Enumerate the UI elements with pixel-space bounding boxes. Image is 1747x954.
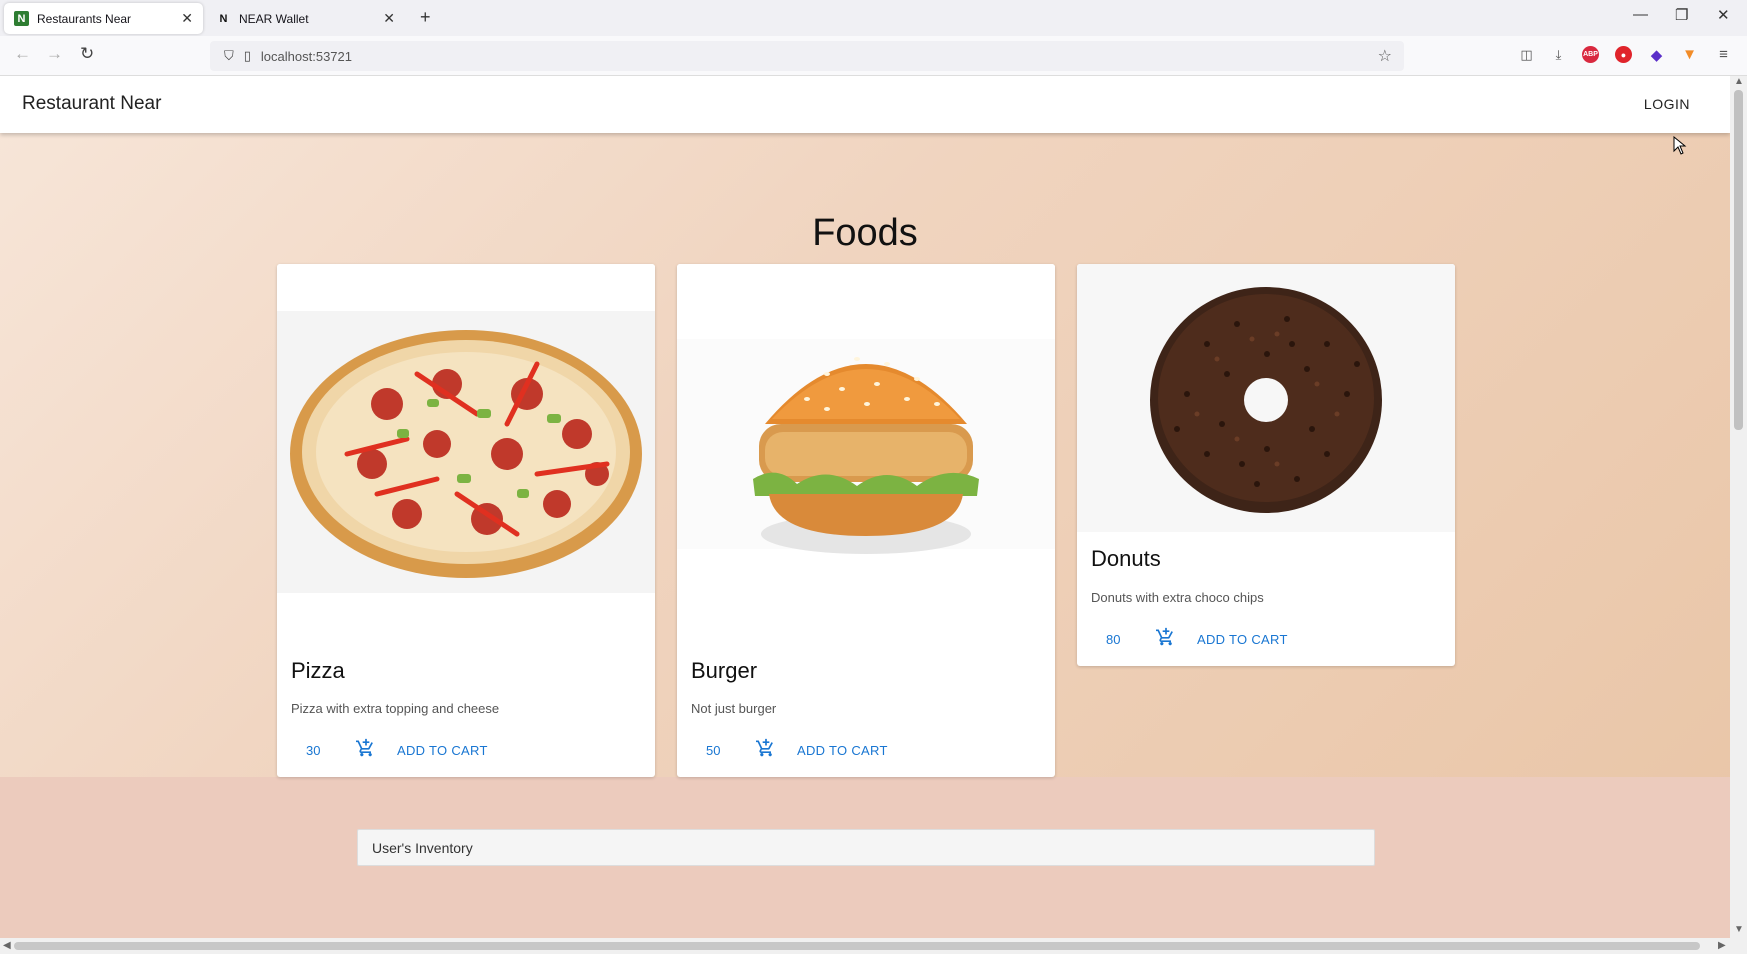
adblock-icon[interactable]: ABP: [1582, 46, 1599, 63]
scroll-up-icon[interactable]: ▲: [1734, 76, 1744, 87]
add-to-cart-button[interactable]: ADD TO CART: [397, 743, 488, 758]
vertical-scroll-thumb[interactable]: [1734, 90, 1743, 430]
near-favicon-icon: N: [14, 11, 29, 26]
add-to-cart-icon[interactable]: [1156, 627, 1176, 647]
restore-icon[interactable]: ❐: [1675, 6, 1688, 24]
food-card-pizza: Pizza Pizza with extra topping and chees…: [277, 264, 655, 777]
app-header: Restaurant Near LOGIN: [0, 76, 1730, 133]
close-tab-icon[interactable]: ✕: [181, 10, 193, 27]
scroll-down-icon[interactable]: ▼: [1734, 924, 1744, 935]
menu-hamburger-icon[interactable]: ≡: [1715, 46, 1732, 63]
food-description: Not just burger: [691, 701, 777, 716]
vertical-scrollbar[interactable]: ▲ ▼: [1730, 76, 1747, 938]
close-tab-icon[interactable]: ✕: [383, 10, 395, 27]
food-card-donuts: Donuts Donuts with extra choco chips 80 …: [1077, 264, 1455, 666]
page-viewport: Restaurant Near LOGIN Foods Pizza Pizza …: [0, 76, 1730, 938]
users-inventory-panel[interactable]: User's Inventory: [357, 829, 1375, 866]
browser-nav-bar: ← → ↻ ⛉ ▯ localhost:53721 ☆ ◫ ⤓ ABP ● ◆ …: [0, 36, 1747, 76]
pizza-image: [277, 264, 655, 594]
reload-icon[interactable]: ↻: [80, 44, 94, 64]
tab-restaurants-near[interactable]: N Restaurants Near ✕: [4, 3, 203, 34]
bookmark-star-icon[interactable]: ☆: [1378, 46, 1392, 66]
food-price: 30: [306, 743, 321, 758]
food-card-burger: Burger Not just burger 50 ADD TO CART: [677, 264, 1055, 777]
food-price: 50: [706, 743, 721, 758]
food-description: Donuts with extra choco chips: [1091, 590, 1264, 605]
scroll-right-icon[interactable]: ▶: [1718, 940, 1726, 951]
tab-title: NEAR Wallet: [239, 11, 309, 26]
horizontal-scroll-thumb[interactable]: [14, 942, 1700, 950]
add-to-cart-icon[interactable]: [756, 738, 776, 758]
burger-image: [677, 264, 1055, 594]
food-description: Pizza with extra topping and cheese: [291, 701, 500, 716]
extension-purple-icon[interactable]: ◆: [1648, 46, 1665, 64]
tab-near-wallet[interactable]: N NEAR Wallet ✕: [206, 3, 405, 34]
url-text[interactable]: localhost:53721: [261, 49, 352, 64]
add-to-cart-icon[interactable]: [356, 738, 376, 758]
new-tab-button[interactable]: +: [420, 7, 431, 28]
browser-tab-bar: N Restaurants Near ✕ N NEAR Wallet ✕ + —…: [0, 0, 1747, 36]
food-price: 80: [1106, 632, 1121, 647]
page-icon: ▯: [243, 48, 251, 63]
add-to-cart-button[interactable]: ADD TO CART: [1197, 632, 1288, 647]
address-bar[interactable]: ⛉ ▯ localhost:53721 ☆: [210, 41, 1404, 71]
login-button[interactable]: LOGIN: [1644, 96, 1690, 112]
scroll-left-icon[interactable]: ◀: [3, 940, 11, 951]
shield-icon[interactable]: ⛉: [224, 48, 234, 64]
near-wallet-favicon-icon: N: [219, 12, 228, 25]
mouse-cursor-icon: [1673, 136, 1687, 155]
food-name: Pizza: [291, 658, 345, 683]
tab-title: Restaurants Near: [37, 11, 132, 26]
pocket-icon[interactable]: ◫: [1518, 46, 1535, 63]
add-to-cart-button[interactable]: ADD TO CART: [797, 743, 888, 758]
minimize-icon[interactable]: —: [1633, 6, 1648, 23]
forward-icon[interactable]: →: [46, 44, 63, 64]
back-icon[interactable]: ←: [14, 44, 31, 64]
app-title: Restaurant Near: [22, 93, 162, 114]
donut-image: [1077, 264, 1455, 532]
food-name: Burger: [691, 658, 758, 683]
food-name: Donuts: [1091, 546, 1161, 571]
downloads-icon[interactable]: ⤓: [1550, 46, 1567, 63]
section-title: Foods: [812, 212, 918, 254]
horizontal-scrollbar[interactable]: ◀ ▶: [0, 938, 1747, 954]
metamask-fox-icon[interactable]: ▼: [1681, 46, 1698, 63]
window-close-icon[interactable]: ✕: [1717, 6, 1730, 24]
inventory-label: User's Inventory: [372, 839, 473, 856]
extension-red-icon[interactable]: ●: [1615, 46, 1632, 63]
